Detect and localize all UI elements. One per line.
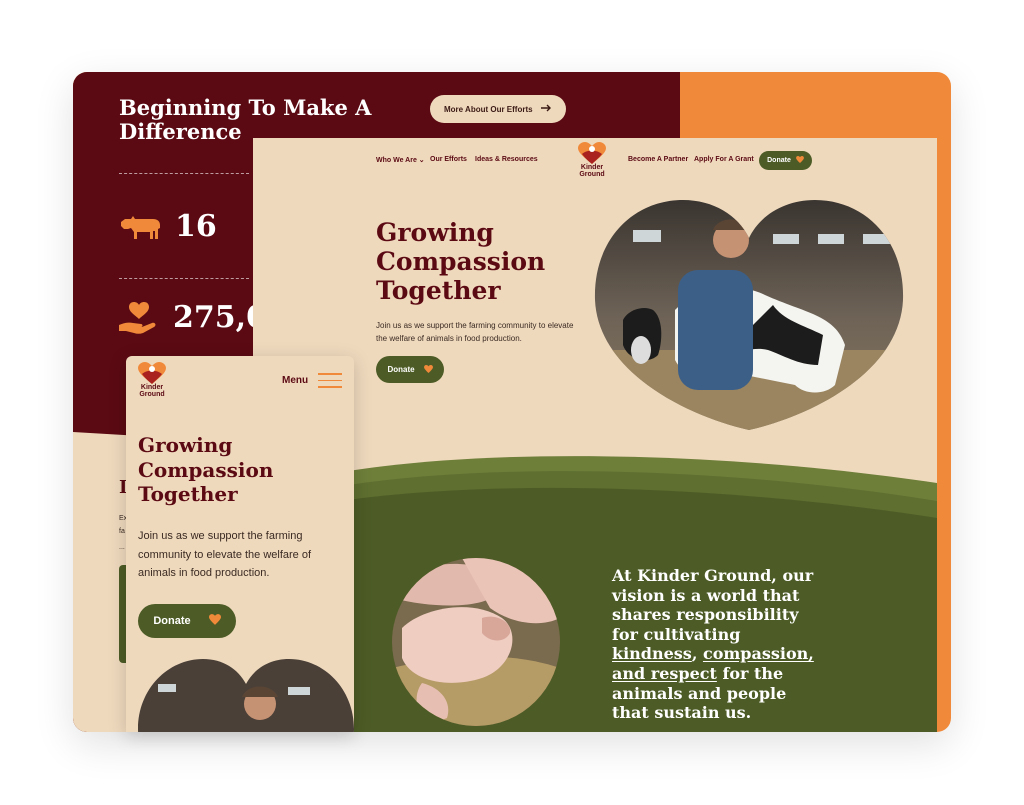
donate-label: Donate bbox=[767, 157, 791, 164]
divider bbox=[119, 173, 249, 174]
hero-title-line: Together bbox=[138, 482, 238, 506]
nav-ideas-resources[interactable]: Ideas & Resources bbox=[475, 156, 538, 163]
stat-animals: 16 bbox=[119, 209, 217, 244]
heart-hand-icon bbox=[119, 301, 159, 335]
nav-who-we-are[interactable]: Who We Are ⌄ bbox=[376, 156, 425, 164]
back-page-partial-text: ... bbox=[119, 544, 125, 551]
mobile-page: Kinder Ground Menu Growing Compassion To… bbox=[126, 356, 354, 732]
logo-heart-icon bbox=[138, 362, 166, 384]
nav-become-partner[interactable]: Become A Partner bbox=[628, 156, 688, 163]
mobile-donate-button[interactable]: Donate bbox=[138, 604, 236, 638]
hero-title: Growing Compassion Together bbox=[376, 218, 596, 305]
vision-text: , bbox=[691, 644, 703, 664]
stat-donations: 275,0 bbox=[119, 300, 267, 335]
hamburger-menu-icon[interactable] bbox=[318, 373, 342, 388]
logo-text: Kinder bbox=[580, 164, 604, 171]
more-about-efforts-button[interactable]: More About Our Efforts bbox=[430, 95, 566, 123]
desktop-page: Who We Are ⌄ Our Efforts Ideas & Resourc… bbox=[253, 138, 937, 732]
back-page-partial-text: fa bbox=[119, 528, 125, 535]
more-about-efforts-label: More About Our Efforts bbox=[444, 104, 533, 114]
hero-title-line: Growing bbox=[376, 218, 494, 247]
nav-donate-button[interactable]: Donate bbox=[759, 151, 812, 170]
logo-heart-icon bbox=[578, 142, 606, 164]
farmer-with-calf-photo bbox=[594, 200, 904, 430]
logo-text: Kinder bbox=[140, 384, 164, 391]
arrow-right-icon bbox=[540, 104, 552, 114]
hero-title-line: Compassion bbox=[376, 247, 546, 276]
mobile-menu-label[interactable]: Menu bbox=[282, 375, 308, 386]
vision-statement: At Kinder Ground, our vision is a world … bbox=[612, 566, 822, 723]
vision-text: At Kinder Ground, our vision is a world … bbox=[612, 566, 814, 644]
kindness-link[interactable]: kindness bbox=[612, 644, 692, 663]
heart-icon bbox=[208, 614, 221, 628]
mobile-hero-title: Growing Compassion Together bbox=[138, 433, 273, 507]
donate-label: Donate bbox=[387, 365, 415, 374]
chevron-down-icon: ⌄ bbox=[418, 157, 425, 164]
stat-value: 16 bbox=[175, 209, 217, 244]
mobile-farmer-photo bbox=[138, 659, 354, 732]
hero-title-line: Growing bbox=[138, 433, 233, 457]
mobile-logo[interactable]: Kinder Ground bbox=[137, 362, 167, 398]
back-page-title: Beginning To Make A Difference bbox=[119, 95, 372, 144]
heart-icon bbox=[795, 156, 804, 165]
hero-donate-button[interactable]: Donate bbox=[376, 356, 444, 383]
nav-apply-grant[interactable]: Apply For A Grant bbox=[694, 156, 754, 163]
piglets-photo bbox=[392, 558, 560, 726]
logo[interactable]: Kinder Ground bbox=[577, 142, 607, 178]
nav-label: Who We Are bbox=[376, 157, 417, 164]
nav-our-efforts[interactable]: Our Efforts bbox=[430, 156, 467, 163]
logo-text: Ground bbox=[579, 171, 605, 178]
cow-icon bbox=[119, 214, 161, 240]
logo-text: Ground bbox=[139, 391, 165, 398]
hero-title-line: Compassion bbox=[138, 457, 274, 482]
divider bbox=[119, 278, 249, 279]
hero-title-line: Together bbox=[376, 276, 501, 305]
donate-label: Donate bbox=[153, 615, 191, 627]
mobile-hero-subtitle: Join us as we support the farming commun… bbox=[138, 530, 312, 579]
hero-subtitle: Join us as we support the farming commun… bbox=[376, 321, 574, 343]
desktop-nav: Who We Are ⌄ Our Efforts Ideas & Resourc… bbox=[253, 138, 937, 182]
heart-icon bbox=[423, 364, 433, 375]
vision-section-background bbox=[253, 456, 937, 732]
